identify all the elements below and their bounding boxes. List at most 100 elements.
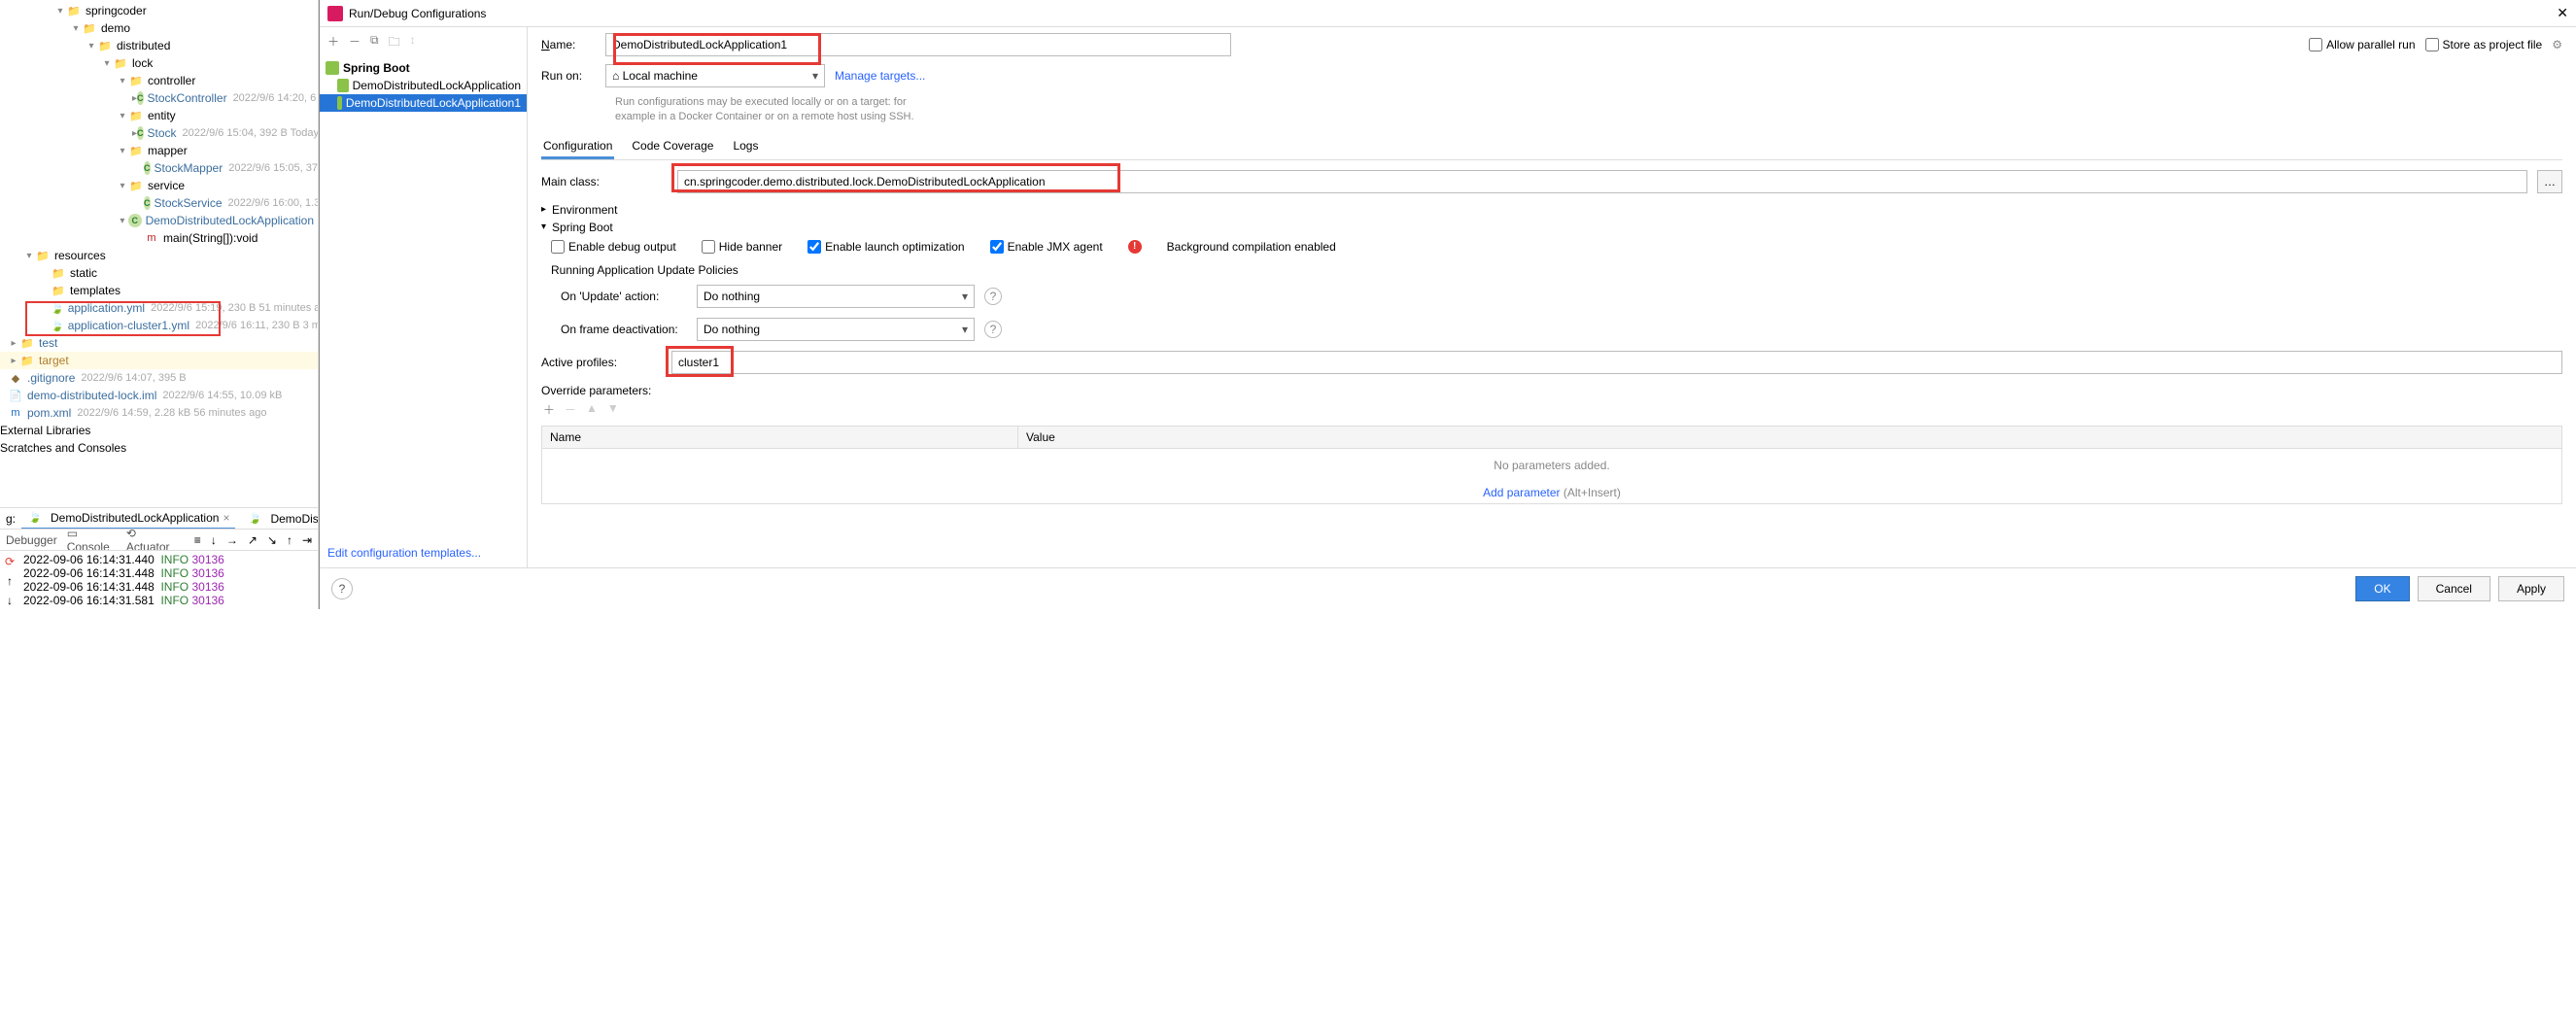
chevron-down-icon[interactable]: ▾ xyxy=(86,41,97,51)
toolbar-icon[interactable]: ≡ xyxy=(194,533,201,547)
restart-icon[interactable]: ⟳ xyxy=(5,555,15,568)
tree-label[interactable]: static xyxy=(70,266,97,280)
toolbar-icon[interactable]: ↑ xyxy=(287,533,292,547)
chevron-down-icon[interactable]: ▾ xyxy=(54,6,66,17)
add-icon[interactable]: ＋ xyxy=(327,33,339,53)
close-icon[interactable]: × xyxy=(223,511,229,525)
up-icon[interactable]: ▲ xyxy=(586,401,598,418)
config-item[interactable]: DemoDistributedLockApplication xyxy=(320,77,527,94)
tree-label[interactable]: Scratches and Consoles xyxy=(0,441,126,455)
config-group[interactable]: Spring Boot xyxy=(320,59,527,77)
tree-label[interactable]: .gitignore xyxy=(27,371,75,385)
console-gutter: ⟳ ↑ ↓ xyxy=(0,550,19,609)
chevron-right-icon[interactable]: ▸ xyxy=(8,338,19,349)
edit-templates-link[interactable]: Edit configuration templates... xyxy=(320,538,527,567)
on-update-select[interactable]: Do nothing▾ xyxy=(697,285,975,308)
enable-jmx-checkbox[interactable]: Enable JMX agent xyxy=(990,240,1103,254)
remove-icon[interactable]: － xyxy=(349,33,361,53)
environment-section[interactable]: ▸Environment xyxy=(541,203,2562,217)
tree-label[interactable]: demo-distributed-lock.iml xyxy=(27,389,156,402)
tree-label[interactable]: mapper xyxy=(148,144,188,157)
chevron-down-icon[interactable]: ▾ xyxy=(117,111,128,121)
debugger-tab[interactable]: Debugger xyxy=(6,533,57,547)
tree-label[interactable]: StockController xyxy=(148,91,227,105)
tree-label[interactable]: target xyxy=(39,354,69,367)
chevron-right-icon[interactable]: ▸ xyxy=(8,356,19,366)
toolbar-icon[interactable]: → xyxy=(226,533,238,547)
chevron-down-icon[interactable]: ▾ xyxy=(117,216,128,226)
up-icon[interactable]: ↑ xyxy=(7,574,13,588)
apply-button[interactable]: Apply xyxy=(2498,576,2564,601)
ok-button[interactable]: OK xyxy=(2355,576,2409,601)
run-tab[interactable]: 🍃DemoDistrib xyxy=(241,509,319,529)
chevron-down-icon[interactable]: ▾ xyxy=(23,251,35,261)
tree-label[interactable]: Stock xyxy=(148,126,177,140)
tab-logs[interactable]: Logs xyxy=(731,135,760,159)
run-on-select[interactable]: ⌂ Local machine▾ xyxy=(605,64,825,87)
sort-icon[interactable]: ↕ xyxy=(410,33,416,53)
leaf-icon: 🍃 xyxy=(51,318,64,333)
name-input[interactable] xyxy=(605,33,1231,56)
tree-label[interactable]: entity xyxy=(148,109,176,122)
copy-icon[interactable]: ⧉ xyxy=(370,33,379,53)
main-class-input[interactable] xyxy=(677,170,2527,193)
project-tree[interactable]: ▾📁springcoder ▾📁demo ▾📁distributed ▾📁loc… xyxy=(0,0,318,507)
tree-label[interactable]: demo xyxy=(101,21,130,35)
tree-label[interactable]: application.yml xyxy=(68,301,145,315)
active-profiles-input[interactable] xyxy=(671,351,2562,374)
chevron-down-icon[interactable]: ▾ xyxy=(117,181,128,191)
console-output[interactable]: 2022-09-06 16:14:31.440 INFO 30136 2022-… xyxy=(19,550,318,609)
tree-meta: 2022/9/6 14:55, 10.09 kB xyxy=(162,390,282,401)
help-icon[interactable]: ? xyxy=(984,288,1002,305)
enable-debug-checkbox[interactable]: Enable debug output xyxy=(551,240,676,254)
tree-label[interactable]: resources xyxy=(54,249,106,262)
browse-button[interactable]: … xyxy=(2537,170,2562,193)
allow-parallel-checkbox[interactable]: Allow parallel run xyxy=(2309,38,2415,51)
tree-label[interactable]: service xyxy=(148,179,185,192)
tree-label[interactable]: DemoDistributedLockApplication xyxy=(146,214,314,227)
chevron-down-icon[interactable]: ▾ xyxy=(117,76,128,86)
tree-label[interactable]: StockService xyxy=(155,196,223,210)
down-icon[interactable]: ↓ xyxy=(7,594,13,607)
config-tree[interactable]: Spring Boot DemoDistributedLockApplicati… xyxy=(320,59,527,538)
help-icon[interactable]: ? xyxy=(984,321,1002,338)
add-icon[interactable]: ＋ xyxy=(543,401,555,418)
toolbar-icon[interactable]: ⇥ xyxy=(302,533,312,547)
toolbar-icon[interactable]: ↓ xyxy=(211,533,217,547)
toolbar-icon[interactable]: ↘ xyxy=(267,533,277,547)
tree-label[interactable]: test xyxy=(39,336,57,350)
tree-label[interactable]: distributed xyxy=(117,39,170,52)
chevron-down-icon[interactable]: ▾ xyxy=(117,146,128,156)
tree-label[interactable]: application-cluster1.yml xyxy=(68,319,189,332)
cancel-button[interactable]: Cancel xyxy=(2418,576,2490,601)
tree-label[interactable]: lock xyxy=(132,56,153,70)
on-frame-select[interactable]: Do nothing▾ xyxy=(697,318,975,341)
add-parameter-link[interactable]: Add parameter xyxy=(1483,486,1560,499)
tree-label[interactable]: StockMapper xyxy=(155,161,223,175)
tab-coverage[interactable]: Code Coverage xyxy=(630,135,715,159)
tree-label[interactable]: controller xyxy=(148,74,195,87)
dialog-footer: ? OK Cancel Apply xyxy=(320,567,2576,609)
chevron-down-icon[interactable]: ▾ xyxy=(70,23,82,34)
tree-label[interactable]: pom.xml xyxy=(27,406,71,420)
springboot-section[interactable]: ▾Spring Boot xyxy=(541,221,2562,234)
help-icon[interactable]: ? xyxy=(331,578,353,599)
tree-label[interactable]: springcoder xyxy=(86,4,147,17)
enable-launch-checkbox[interactable]: Enable launch optimization xyxy=(807,240,964,254)
chevron-down-icon[interactable]: ▾ xyxy=(101,58,113,69)
close-icon[interactable]: ✕ xyxy=(2557,5,2568,21)
remove-icon[interactable]: － xyxy=(565,401,576,418)
config-item-selected[interactable]: DemoDistributedLockApplication1 xyxy=(320,94,527,112)
tree-label[interactable]: templates xyxy=(70,284,120,297)
manage-targets-link[interactable]: Manage targets... xyxy=(835,69,925,83)
tab-configuration[interactable]: Configuration xyxy=(541,135,614,159)
hide-banner-checkbox[interactable]: Hide banner xyxy=(702,240,782,254)
tree-label[interactable]: External Libraries xyxy=(0,424,90,437)
gear-icon[interactable]: ⚙ xyxy=(2552,38,2562,51)
toolbar-icon[interactable]: ↗ xyxy=(248,533,258,547)
chevron-down-icon: ▾ xyxy=(962,323,968,336)
folder-icon[interactable]: 🗀 xyxy=(389,33,400,53)
down-icon[interactable]: ▼ xyxy=(607,401,619,418)
store-project-checkbox[interactable]: Store as project file xyxy=(2425,38,2543,51)
tree-label[interactable]: main(String[]):void xyxy=(163,231,258,245)
